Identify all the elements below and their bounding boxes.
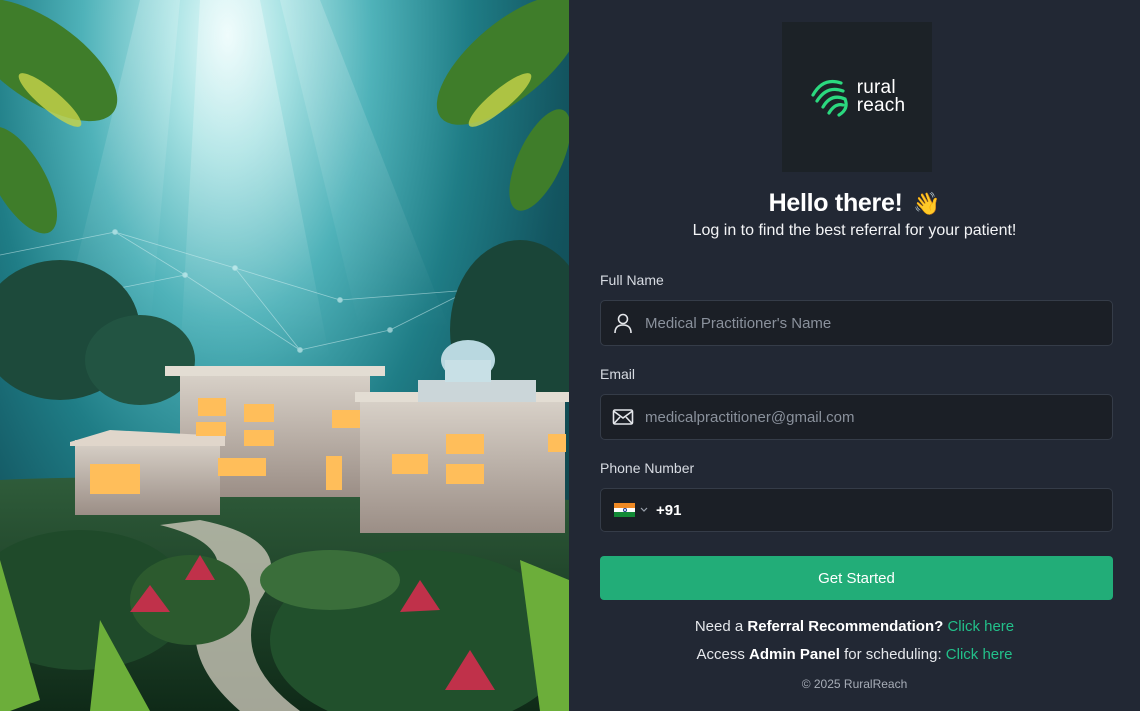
mail-icon [601, 408, 645, 426]
admin-suffix: for scheduling: [844, 646, 942, 663]
admin-line: Access Admin Panel for scheduling: Click… [569, 646, 1140, 663]
brand-logo: rural reach [782, 22, 932, 172]
admin-bold: Admin Panel [749, 646, 840, 663]
referral-prefix: Need a [694, 618, 744, 635]
india-flag-icon [614, 503, 635, 518]
brand-wordmark: rural reach [856, 78, 906, 116]
referral-click-here-link[interactable]: Click here [947, 618, 1014, 635]
full-name-field[interactable] [600, 300, 1113, 346]
email-field[interactable] [600, 394, 1113, 440]
brand-line-2: reach [856, 95, 906, 116]
referral-line: Need a Referral Recommendation? Click he… [569, 618, 1140, 635]
dial-code: +91 [656, 501, 682, 519]
admin-prefix: Access [696, 646, 745, 663]
email-label: Email [600, 366, 636, 382]
ruralreach-logo-icon [811, 79, 848, 117]
greeting-text: Hello there! [768, 189, 903, 217]
referral-bold: Referral Recommendation? [747, 618, 944, 635]
user-icon [601, 312, 645, 334]
country-code-selector[interactable] [601, 503, 648, 518]
full-name-input[interactable] [645, 301, 1112, 345]
page-subtitle: Log in to find the best referral for you… [692, 222, 1017, 239]
hospital-jungle-illustration [0, 0, 569, 711]
admin-click-here-link[interactable]: Click here [946, 646, 1013, 663]
copyright: © 2025 RuralReach [801, 677, 908, 691]
get-started-button[interactable]: Get Started [600, 556, 1113, 600]
full-name-label: Full Name [600, 272, 664, 288]
waving-hand-icon: 👋 [913, 191, 941, 216]
chevron-down-icon [640, 507, 648, 512]
page-title: Hello there! 👋 [569, 189, 1140, 218]
hero-illustration [0, 0, 569, 711]
phone-label: Phone Number [600, 460, 695, 476]
phone-input[interactable] [681, 489, 1112, 531]
login-page: rural reach Hello there! 👋 Log in to fin… [0, 0, 1140, 711]
login-panel: rural reach Hello there! 👋 Log in to fin… [569, 0, 1140, 711]
phone-field[interactable]: +91 [600, 488, 1113, 532]
email-input[interactable] [645, 395, 1112, 439]
